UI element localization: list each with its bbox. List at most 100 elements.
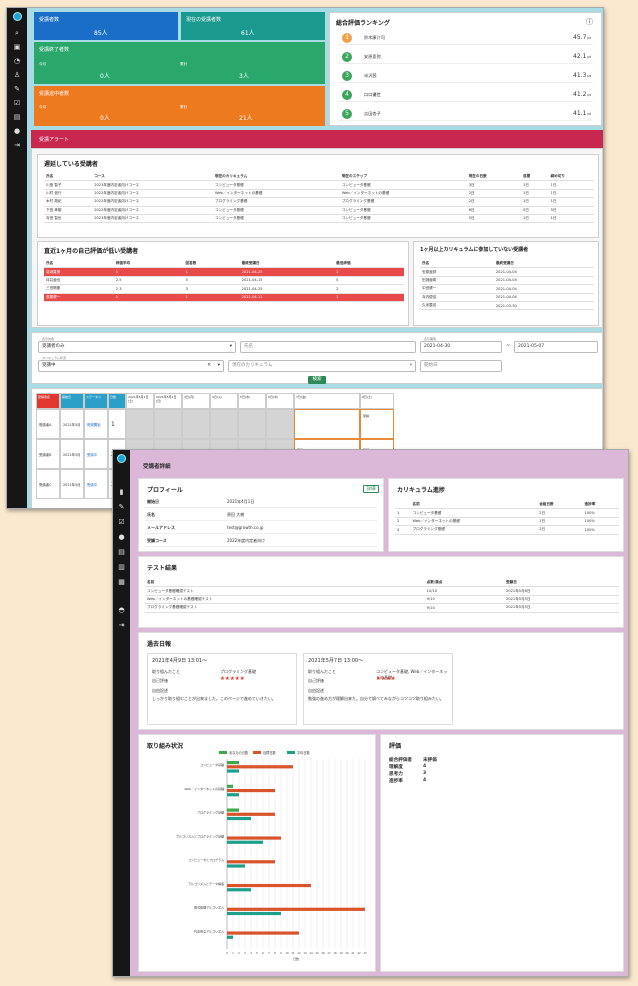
bar-0-1[interactable] [227,784,233,788]
table-row[interactable]: Web／インターネットの基礎確認テスト 9/10 2021年5月5日 [145,595,619,605]
logout-icon[interactable]: ⇥ [13,141,21,149]
bar-2-5[interactable] [227,888,251,892]
bar-1-0[interactable] [227,765,293,769]
bar-2-1[interactable] [227,793,239,797]
detail-button[interactable]: 詳細 [363,485,379,493]
table-row[interactable]: 斎藤健一 1 1 2021-04-11 1 [44,293,404,302]
date-to-input[interactable]: 2021-05-07 [514,341,598,353]
pencil-icon[interactable]: ✎ [13,85,21,93]
table-row[interactable]: コンピュータ基礎確認テスト 10/10 2021年5月6日 [145,586,619,596]
calendar-cell[interactable]: 2021年5月3日 [60,439,84,483]
calendar-cell[interactable] [154,409,182,439]
name-input[interactable]: 氏名 [240,341,416,353]
calendar-cell[interactable]: 2021年5月3日 [60,469,84,499]
ranking-item[interactable]: 5 吉田杏子 41.1pt [338,107,593,121]
chevron-down-icon[interactable]: ▾ [410,362,412,370]
info-icon[interactable]: ⓘ [586,17,593,27]
table-row[interactable]: 3 プログラミング基礎 2日 100% [395,525,619,535]
bar-2-2[interactable] [227,816,251,821]
course-status-select[interactable]: カリキュラム状況 受講中 ✕ ▾ [38,357,224,372]
diary-entry[interactable]: 2021年4月9日 13:01〜 取り組んだこと プログラミング基礎 自己評価 ★★★★… [147,653,297,725]
calendar-cell[interactable] [294,409,360,439]
calendar-cell[interactable]: 受講中 [84,469,108,499]
table-row[interactable]: 久米露佳 2021-03-30 [420,301,594,311]
calendar-cell[interactable]: 2021年5月3日 [60,409,84,453]
table-row[interactable]: 寺田 智也 2023年度内定者向けコース コンピュータ基礎 コンピュータ基礎 5日 1日 1… [44,214,594,224]
pencil-icon[interactable]: ✎ [118,503,126,511]
calendar-cell[interactable] [266,409,294,439]
table-row[interactable]: 葛城直美 1 1 2021-04-25 1 [44,267,404,277]
bar-1-2[interactable] [227,812,275,816]
document-icon[interactable]: ▤ [118,548,126,556]
curriculum-select[interactable]: 現在のカリキュラム ▾ [228,360,416,372]
bar-0-0[interactable] [227,761,239,765]
calendar-icon[interactable]: ▦ [118,578,126,586]
bar-1-7[interactable] [227,931,299,935]
search-icon[interactable]: ⌕ [13,29,21,37]
start-date-input[interactable]: 開始日 [420,360,502,372]
gauge-icon[interactable]: ◔ [13,57,21,65]
bar-2-6[interactable] [227,911,281,916]
logout-icon[interactable]: ⇥ [118,621,126,629]
checkbox-icon[interactable]: ☑ [118,518,126,526]
calendar-cell[interactable]: 受講中 [84,439,108,469]
bar-2-0[interactable] [227,769,239,773]
table-row[interactable]: 2 Web／インターネットの基礎 1日 100% [395,517,619,527]
date-from-input[interactable]: 表示期間 2021-04-30 [420,338,502,353]
document-icon[interactable]: ▤ [13,113,21,121]
table-row[interactable]: 1 コンピュータ基礎 2日 100% [395,508,619,518]
users-icon[interactable]: ♙ [13,71,21,79]
rank-name: 米沢茜 [364,73,377,78]
bar-0-2[interactable] [227,808,239,812]
bar-2-4[interactable] [227,864,245,868]
table-row[interactable]: 田淵亜希 2021-04-04 [420,276,594,286]
table-row[interactable]: 木村 政紀 2022年度内定者向けコース プログラミング基礎 プログラミング基礎 2日 1… [44,197,594,207]
diary-entry[interactable]: 2021年5月7日 13:00〜 取り組んだこと コンピュータ基礎, Web／インタ… [303,653,453,725]
bar-2-7[interactable] [227,935,233,939]
table-row[interactable]: 中田健一 2021-04-04 [420,284,594,294]
checkbox-icon[interactable]: ☑ [13,99,21,107]
chevron-down-icon[interactable]: ▾ [230,343,232,351]
calendar-cell[interactable]: 受講者B [36,439,60,469]
calendar-cell[interactable] [182,409,210,439]
ranking-item[interactable]: 1 鈴木康介司 45.7pt [338,31,593,45]
dashboard-icon[interactable]: ▮ [118,488,126,496]
table-row[interactable]: 坪井亜也 2.5 3 2021-04-15 5 [44,276,404,286]
ranking-item[interactable]: 4 口口優世 41.2pt [338,88,593,102]
calendar-cell[interactable]: 受講者C [36,469,60,499]
calendar-cell[interactable] [126,409,154,439]
chevron-down-icon[interactable]: ▾ [218,362,220,370]
calendar-cell[interactable]: 受講者A [36,409,60,439]
table-row[interactable]: プログラミング基礎確認テスト 9/10 2021年5月5日 [145,603,619,613]
table-row[interactable]: 川島 智子 2023年度内定者向けコース コンピュータ基礎 コンピュータ基礎 3日 1日 1… [44,180,594,190]
dashboard-icon[interactable]: ▣ [13,43,21,51]
settings-icon[interactable]: ◓ [118,606,126,614]
badge-icon[interactable]: ● [13,127,21,135]
calendar-cell[interactable] [238,409,266,439]
clear-icon[interactable]: ✕ [207,362,211,370]
calendar-cell[interactable]: 受講 [360,409,394,439]
table-row[interactable]: 川村 信行 2022年度内定者向けコース Web／インターネットの基礎 Web／インタ… [44,189,594,199]
bar-1-4[interactable] [227,860,275,864]
calendar-cell[interactable] [210,409,238,439]
table-row[interactable]: 安原亜弥 2021-04-04 [420,267,594,277]
column-header: 名前 [410,501,538,510]
bar-1-5[interactable] [227,883,311,888]
calendar-cell[interactable]: 受講開始 [84,409,108,439]
target-select[interactable]: 表示対象 受講者のみ ▾ [38,338,236,353]
date-to-value: 2021-05-07 [518,344,545,349]
calendar-cell[interactable]: 1 [108,409,126,439]
search-button[interactable]: 検索 [308,376,326,384]
bar-1-1[interactable] [227,788,275,793]
table-row[interactable]: 三田剛樹 2.3 3 2021-04-25 2 [44,284,404,294]
chart-icon[interactable]: ▥ [118,563,126,571]
ranking-item[interactable]: 3 米沢茜 41.3pt [338,69,593,83]
table-row[interactable]: 下田 孝樹 2022年度内定者向けコース コンピュータ基礎 コンピュータ基礎 6日 5日 5… [44,206,594,215]
badge-icon[interactable]: ● [118,533,126,541]
star-rating: ★★★★★ [220,676,245,682]
bar-1-6[interactable] [227,907,365,911]
table-row[interactable]: 寺内優佳 2021-04-04 [420,293,594,302]
bar-1-3[interactable] [227,836,281,840]
ranking-item[interactable]: 2 安原亜弥 42.1pt [338,50,593,64]
bar-2-3[interactable] [227,840,263,844]
